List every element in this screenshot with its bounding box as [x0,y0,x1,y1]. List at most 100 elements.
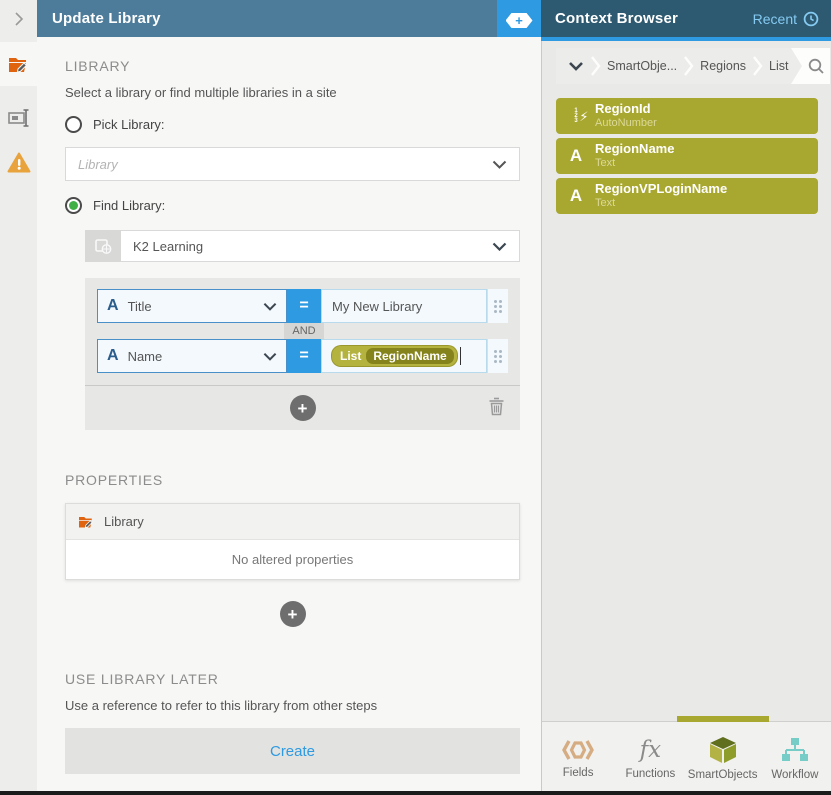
tab-fields[interactable]: Fields [542,722,614,791]
functions-icon: fx [639,737,662,763]
breadcrumb-item-regions[interactable]: Regions [694,59,752,73]
breadcrumb-item-list[interactable]: List [763,59,794,73]
drag-handle[interactable] [487,289,508,323]
pick-library-label: Pick Library: [93,117,165,132]
use-later-section-heading: USE LIBRARY LATER [65,671,219,687]
drag-handle[interactable] [487,339,508,373]
pick-library-option[interactable]: Pick Library: [65,116,520,133]
collapse-panel-button[interactable] [0,0,37,37]
find-library-option[interactable]: Find Library: [65,197,520,214]
filter-builder: A Title = My New Library AND A Name = Li… [85,278,520,430]
text-cursor [459,347,461,365]
properties-section-heading: PROPERTIES [65,472,163,488]
drag-dots-icon [494,349,502,363]
context-browser-title: Context Browser [555,10,679,27]
context-browser-panel: SmartObje... Regions List 12 3 ⚡ RegionI… [541,41,831,791]
pick-library-radio[interactable] [65,116,82,133]
chevron-down-icon [263,302,277,311]
properties-card: Library No altered properties [65,503,520,580]
filter-value-input[interactable]: List RegionName [321,339,487,373]
breadcrumb-separator-icon [752,55,763,77]
breadcrumb-separator-icon [590,55,601,77]
library-folder-edit-icon [8,54,30,74]
filter-operator-button[interactable]: = [287,289,321,323]
add-filter-button[interactable]: + [289,395,316,421]
window-bottom-edge [0,791,831,795]
field-name: RegionId [595,101,651,117]
tab-smartobjects[interactable]: SmartObjects [687,722,759,791]
fields-icon [561,738,595,762]
breadcrumb: SmartObje... Regions List [556,48,830,84]
site-dropdown-value: K2 Learning [133,238,204,254]
delete-filter-button[interactable] [488,397,505,416]
filter-field-dropdown[interactable]: A Name [97,339,287,373]
active-tab-indicator [677,716,769,722]
field-item-regionvploginname[interactable]: A RegionVPLoginName Text [556,178,818,214]
tab-label: Functions [625,768,676,780]
add-property-button[interactable]: + [279,601,306,627]
recent-button[interactable]: Recent [753,11,819,27]
find-library-label: Find Library: [93,198,166,213]
library-section-description: Select a library or find multiple librar… [65,85,337,100]
filter-field-value: Name [127,348,163,364]
field-type: Text [595,197,616,210]
smartobjects-icon [708,736,738,764]
hexagon-plus-icon: + [505,13,533,28]
field-token[interactable]: List RegionName [332,346,457,366]
filter-operator-button[interactable]: = [287,339,321,373]
app-window: Update Library + Context Browser Recent [0,0,831,795]
breadcrumb-expand-button[interactable] [562,61,590,71]
filter-footer: + [85,385,520,430]
step-title: Update Library [52,10,161,27]
field-item-regionname[interactable]: A RegionName Text [556,138,818,174]
sidebar-item-library[interactable] [0,42,37,86]
context-browser-toggle-button[interactable]: + [497,0,541,41]
text-type-icon: A [569,146,583,165]
tab-label: Fields [562,767,594,779]
search-button[interactable] [802,57,830,75]
tab-workflow[interactable]: Workflow [759,722,831,791]
properties-empty-text: No altered properties [66,539,519,579]
warning-icon [7,152,31,173]
use-later-description: Use a reference to refer to this library… [65,698,378,713]
filter-value-input[interactable]: My New Library [321,289,487,323]
sidebar-item-rename[interactable] [0,96,37,140]
drag-dots-icon [494,299,502,313]
field-item-regionid[interactable]: 1 2 3 ⚡ RegionId AutoNumber [556,98,818,134]
field-name: RegionVPLoginName [595,181,728,197]
context-browser-tabbar: Fields fx Functions SmartObjects Workflo… [542,716,831,791]
chevron-down-icon [492,242,507,251]
tab-functions[interactable]: fx Functions [614,722,686,791]
filter-field-value: Title [127,298,152,314]
site-dropdown-field[interactable]: K2 Learning [121,230,520,262]
filter-field-dropdown[interactable]: A Title [97,289,287,323]
breadcrumb-item-smartobjects[interactable]: SmartObje... [601,59,683,73]
search-icon [808,58,824,74]
fields-list: 1 2 3 ⚡ RegionId AutoNumber A RegionName Te… [556,98,818,214]
tab-label: Workflow [771,768,819,781]
token-name: RegionName [366,348,454,364]
chevron-right-icon [13,11,25,26]
library-dropdown[interactable]: Library [65,147,520,181]
library-folder-edit-icon [78,514,95,529]
clock-icon [803,11,819,27]
properties-card-header[interactable]: Library [66,504,519,539]
find-library-radio[interactable] [65,197,82,214]
step-header: Update Library [37,0,497,37]
properties-item-label: Library [104,514,144,529]
field-name: RegionName [595,141,675,157]
rename-icon [7,108,30,128]
create-reference-button[interactable]: Create [65,728,520,774]
site-dropdown[interactable]: K2 Learning [85,230,520,262]
autonumber-icon: 1 2 3 ⚡ [574,107,589,124]
breadcrumb-chips: SmartObje... Regions List [556,48,802,84]
context-browser-header: Context Browser Recent [541,0,831,41]
sidebar-item-warning[interactable] [0,140,37,184]
filter-join-label: AND [284,323,324,339]
step-sidebar [0,37,37,791]
recent-label: Recent [752,10,797,27]
text-type-icon: A [107,347,119,364]
library-section-heading: LIBRARY [65,58,131,74]
tab-label: SmartObjects [687,769,758,781]
workflow-icon [780,737,810,764]
